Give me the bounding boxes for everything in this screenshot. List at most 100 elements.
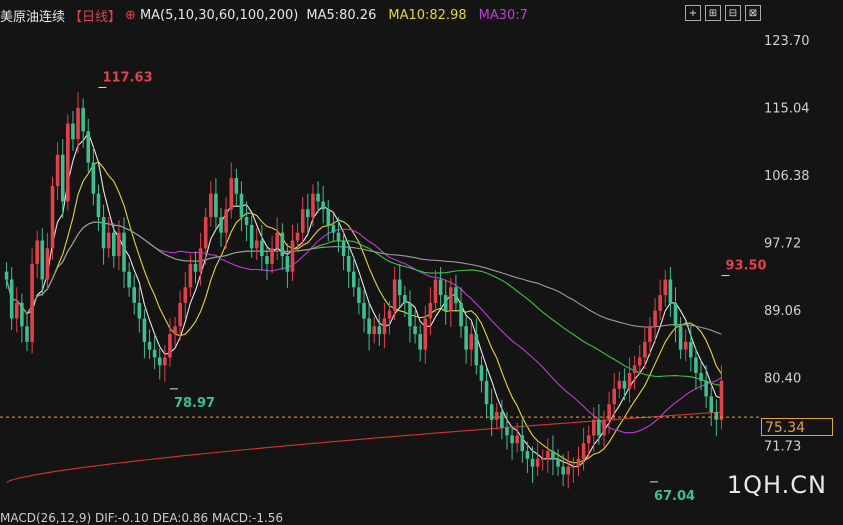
candle-body xyxy=(643,341,647,358)
candle-body xyxy=(30,263,34,342)
candle-body xyxy=(459,302,463,327)
candle-body xyxy=(244,217,249,225)
ma-params: MA(5,10,30,60,100,200) xyxy=(139,7,299,23)
candle-body xyxy=(229,178,234,210)
candle-body xyxy=(331,224,336,233)
candle-body xyxy=(300,209,305,233)
candle-body xyxy=(622,380,627,389)
y-tick-label: 106.38 xyxy=(764,169,810,184)
ma30-value: MA30:7 xyxy=(478,7,528,23)
candle-body xyxy=(653,310,657,327)
candlestick-chart: 123.70 115.04 106.38 97.72 89.06 80.40 71.73 1… xyxy=(0,34,810,504)
grid-icon[interactable]: ⊞ xyxy=(705,5,721,21)
candle-body xyxy=(586,435,591,444)
candle-body xyxy=(193,263,198,272)
candle-body xyxy=(290,240,295,272)
candle-body xyxy=(530,458,535,467)
period-label[interactable]: 【日线】 xyxy=(69,6,121,25)
candle-body xyxy=(239,193,244,218)
ma10-value: MA10:82.98 xyxy=(388,7,467,23)
candle-body xyxy=(178,302,182,327)
candle-body xyxy=(157,357,162,366)
candle-body xyxy=(449,287,453,311)
candle-body xyxy=(173,326,177,335)
candle-body xyxy=(423,318,428,350)
candle-body xyxy=(86,131,91,163)
candle-body xyxy=(397,279,402,296)
candle-body xyxy=(479,365,484,381)
candle-body xyxy=(551,451,555,459)
settings-icon[interactable]: ⊕ xyxy=(125,8,136,23)
candle-body xyxy=(454,287,458,303)
candle-body xyxy=(40,240,45,280)
crosshair-icon[interactable]: + xyxy=(685,5,701,21)
candle-body xyxy=(387,310,392,319)
candle-body xyxy=(566,466,571,475)
candle-body xyxy=(612,388,616,405)
candle-body xyxy=(673,302,678,327)
candle-body xyxy=(91,162,96,194)
candle-body xyxy=(699,373,703,381)
candle-body xyxy=(683,341,688,350)
candle-body xyxy=(474,334,479,366)
layout-icon[interactable]: ⊟ xyxy=(725,5,741,21)
candle-body xyxy=(592,419,596,436)
candle-body xyxy=(632,365,637,374)
candle-body xyxy=(540,458,545,460)
candle-body xyxy=(280,232,285,257)
candle-body xyxy=(346,256,351,272)
candle-body xyxy=(198,248,203,272)
candle-body xyxy=(326,209,331,225)
annotation-label: 67.04 xyxy=(654,489,695,504)
candle-body xyxy=(214,193,218,218)
candle-body xyxy=(581,443,586,459)
candle-body xyxy=(627,373,632,389)
candle-body xyxy=(561,466,565,475)
watermark: 1QH.CN xyxy=(726,471,827,499)
candle-body xyxy=(709,396,714,413)
candle-body xyxy=(234,178,239,194)
chart-header: 美原油连续 【日线】 ⊕ MA(5,10,30,60,100,200) MA5:… xyxy=(0,4,532,26)
candle-body xyxy=(275,232,279,249)
candle-body xyxy=(219,217,223,233)
candle-body xyxy=(464,326,468,350)
candle-body xyxy=(515,435,519,444)
candle-body xyxy=(418,334,422,350)
candle-body xyxy=(311,193,315,218)
ma5-value: MA5:80.26 xyxy=(306,7,377,23)
candle-body xyxy=(372,326,376,335)
ma200-line xyxy=(6,411,722,483)
candle-body xyxy=(112,232,116,257)
candle-body xyxy=(428,302,433,319)
candle-body xyxy=(469,334,474,350)
candle-body xyxy=(525,451,530,459)
candle-body xyxy=(71,123,75,140)
candle-body xyxy=(494,412,499,420)
candle-body xyxy=(152,349,157,358)
candle-body xyxy=(484,380,489,405)
candle-body xyxy=(81,107,85,132)
candle-body xyxy=(663,279,668,296)
candle-body xyxy=(101,217,106,249)
current-price-box: 75.34 xyxy=(761,418,833,436)
candle-body xyxy=(183,287,188,303)
candle-body xyxy=(352,271,356,288)
fullscreen-icon[interactable]: ⊠ xyxy=(745,5,761,21)
candle-body xyxy=(147,341,152,350)
chart-toolbar: + ⊞ ⊟ ⊠ xyxy=(685,5,761,21)
candle-body xyxy=(408,302,412,327)
candle-body xyxy=(367,318,371,335)
candle-body xyxy=(35,240,39,264)
y-axis-labels: 123.70 115.04 106.38 97.72 89.06 80.40 71.73 xyxy=(764,34,810,454)
candle-body xyxy=(413,326,417,335)
candle-body xyxy=(694,357,698,374)
candle-body xyxy=(341,240,346,257)
candle-body xyxy=(117,232,121,257)
candle-body xyxy=(571,466,576,468)
candle-body xyxy=(270,248,274,264)
y-tick-label: 97.72 xyxy=(764,237,801,252)
candle-body xyxy=(714,412,719,420)
candle-body xyxy=(392,279,397,311)
y-tick-label: 115.04 xyxy=(764,102,810,117)
candle-body xyxy=(321,201,325,210)
